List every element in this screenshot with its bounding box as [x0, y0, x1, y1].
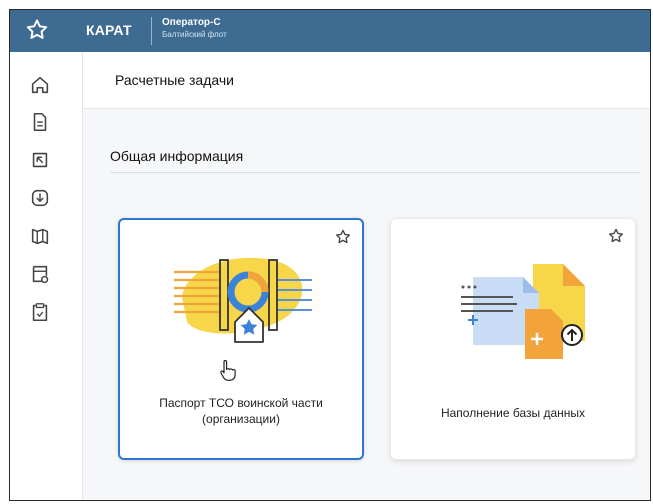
page-header: Расчетные задачи: [83, 52, 650, 109]
database-settings-icon[interactable]: [29, 263, 51, 285]
page-title: Расчетные задачи: [115, 72, 234, 88]
clipboard-icon[interactable]: [29, 301, 51, 323]
card-label: Паспорт ТСО воинской части (организации): [159, 396, 323, 426]
card-label: Наполнение базы данных: [440, 406, 586, 420]
topbar-divider: [151, 17, 152, 45]
tasks-icon[interactable]: [29, 149, 51, 171]
favorite-star-icon[interactable]: [334, 228, 352, 246]
document-icon[interactable]: [29, 111, 51, 133]
import-icon[interactable]: [29, 187, 51, 209]
section-divider: [110, 172, 640, 173]
favorite-star-icon[interactable]: [607, 227, 625, 245]
tso-passport-illustration-icon: [174, 257, 312, 343]
home-icon[interactable]: [29, 74, 51, 96]
section-title: Общая информация: [110, 148, 244, 164]
card-database-fill[interactable]: Наполнение базы данных: [390, 218, 636, 460]
user-name[interactable]: Оператор-С: [162, 17, 221, 28]
organization-name: Балтийский флот: [162, 30, 227, 39]
top-bar: КАРАТ Оператор-С Балтийский флот: [10, 10, 650, 52]
card-tso-passport[interactable]: Паспорт ТСО воинской части (организации): [118, 218, 364, 460]
app-name[interactable]: КАРАТ: [86, 22, 132, 38]
database-fill-illustration-icon: [461, 264, 585, 359]
favorites-star-icon[interactable]: [24, 17, 50, 43]
book-icon[interactable]: [29, 225, 51, 247]
sidebar: [10, 52, 83, 500]
hand-cursor-icon: [220, 359, 236, 381]
